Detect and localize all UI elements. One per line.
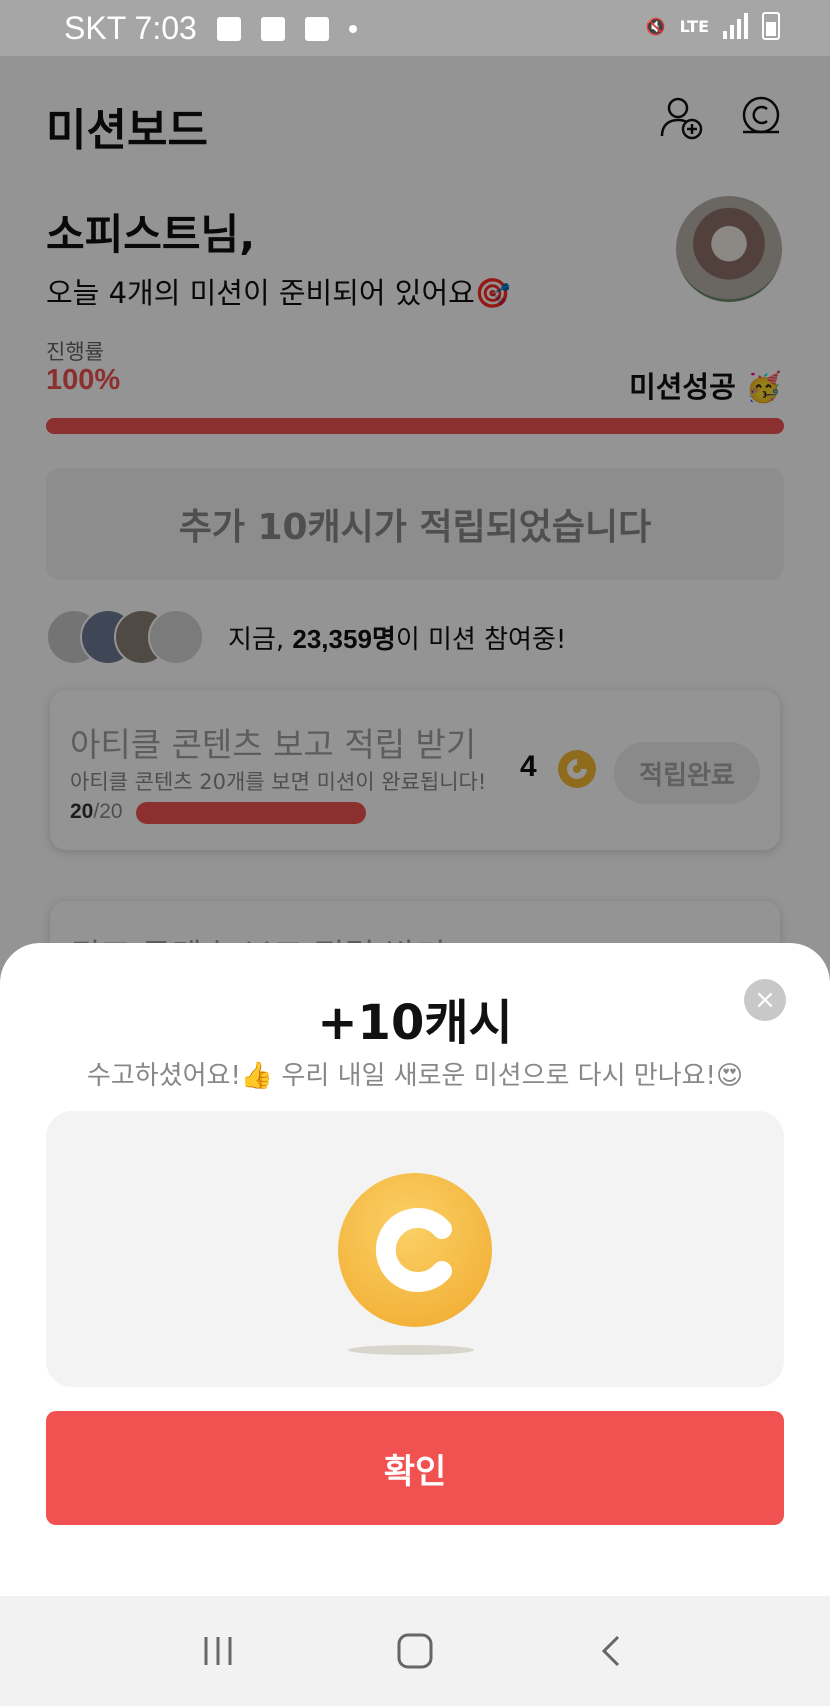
coin-icon xyxy=(338,1173,492,1327)
back-icon[interactable] xyxy=(582,1621,642,1681)
network-label: LTE xyxy=(679,16,709,36)
navigation-bar xyxy=(0,1596,830,1706)
sheet-message: 수고하셨어요!👍 우리 내일 새로운 미션으로 다시 만나요!😍 xyxy=(86,1061,744,1091)
close-icon[interactable]: × xyxy=(744,979,786,1021)
alarm-icon xyxy=(304,16,329,41)
coin-shadow xyxy=(348,1345,474,1355)
confirm-button[interactable]: 확인 xyxy=(46,1411,784,1525)
recent-apps-icon[interactable] xyxy=(188,1621,248,1681)
battery-icon xyxy=(762,12,780,40)
reward-sheet: +10캐시 × 수고하셨어요!👍 우리 내일 새로운 미션으로 다시 만나요!😍… xyxy=(0,943,830,1598)
status-bar: SKT 7:03 🔇 LTE xyxy=(0,0,830,56)
carrier-time: SKT 7:03 xyxy=(64,10,197,46)
notification-icon xyxy=(216,16,241,41)
mute-icon: 🔇 xyxy=(645,16,666,36)
coin-illustration xyxy=(46,1111,784,1387)
home-icon[interactable] xyxy=(385,1621,445,1681)
sheet-title: +10캐시 xyxy=(317,995,513,1051)
signal-icon xyxy=(723,13,748,39)
dot-icon xyxy=(348,24,357,33)
notification-icon xyxy=(260,16,285,41)
